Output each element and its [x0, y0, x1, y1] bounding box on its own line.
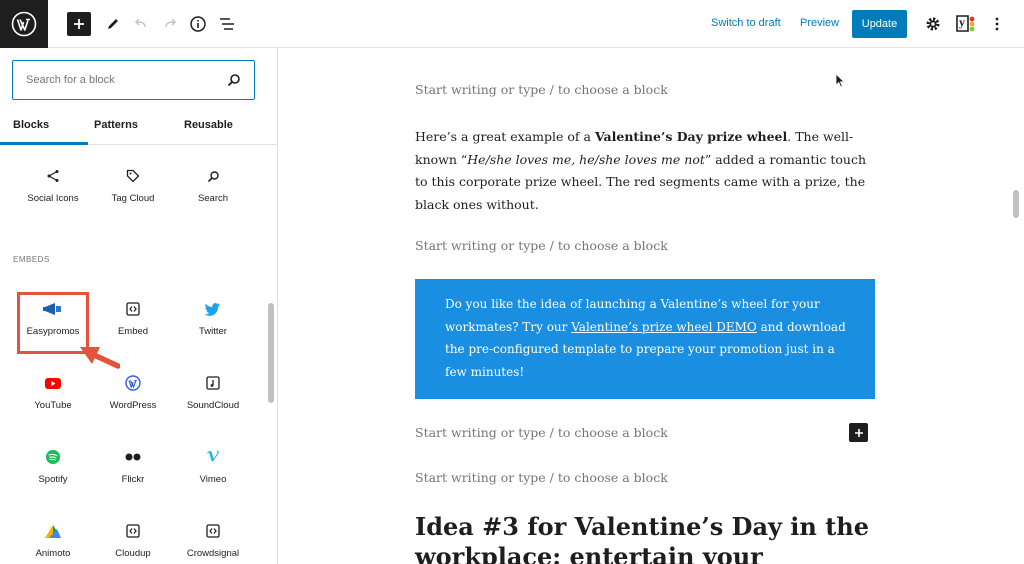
embed-icon: [126, 302, 140, 316]
block-wordpress[interactable]: WordPress: [93, 369, 173, 429]
more-vertical-icon: [995, 17, 999, 31]
empty-block-placeholder[interactable]: Start writing or type / to choose a bloc…: [415, 425, 668, 440]
block-label: Cloudup: [115, 548, 151, 559]
tab-blocks[interactable]: Blocks: [13, 119, 49, 131]
block-twitter[interactable]: Twitter: [173, 295, 253, 355]
switch-to-draft-link[interactable]: Switch to draft: [711, 17, 781, 29]
embeds-category-label: EMBEDS: [13, 255, 50, 264]
soundcloud-icon: [206, 376, 220, 390]
block-label: Crowdsignal: [186, 548, 240, 559]
undo-icon: [134, 18, 146, 28]
flickr-icon: [125, 453, 141, 461]
search-icon: [207, 170, 219, 182]
active-tab-indicator: [0, 142, 88, 145]
heading-block[interactable]: Idea #3 for Valentine’s Day in the workp…: [415, 512, 875, 564]
inserter-scrollbar[interactable]: [268, 303, 274, 403]
tag-icon: [126, 169, 140, 183]
block-label: Tag Cloud: [111, 193, 155, 204]
block-social-icons[interactable]: Social Icons: [13, 162, 93, 222]
empty-block-placeholder[interactable]: Start writing or type / to choose a bloc…: [415, 470, 668, 485]
redo-icon: [165, 18, 177, 28]
block-crowdsignal[interactable]: Crowdsignal: [173, 517, 253, 564]
block-cloudup[interactable]: Cloudup: [93, 517, 173, 564]
editor-scrollbar[interactable]: [1013, 190, 1019, 218]
block-label: Vimeo: [199, 474, 227, 485]
wordpress-logo-icon: [11, 11, 37, 37]
vimeo-icon: [206, 450, 219, 462]
tab-patterns[interactable]: Patterns: [94, 119, 138, 131]
block-spotify[interactable]: Spotify: [13, 443, 93, 503]
mouse-cursor-icon: [835, 73, 845, 88]
undo-button[interactable]: [129, 12, 153, 36]
paragraph-text: Here’s a great example of a: [415, 129, 595, 144]
block-inserter-toggle[interactable]: [67, 12, 91, 36]
block-search[interactable]: Search: [173, 162, 253, 222]
wordpress-logo-button[interactable]: [0, 0, 48, 48]
yoast-seo-button[interactable]: y: [955, 14, 977, 34]
paragraph-italic-text: He/she loves me, he/she loves me not: [467, 151, 705, 167]
block-label: Twitter: [199, 326, 227, 337]
block-label: Spotify: [38, 474, 68, 485]
block-tag-cloud[interactable]: Tag Cloud: [93, 162, 173, 222]
share-icon: [47, 170, 59, 182]
empty-block-placeholder[interactable]: Start writing or type / to choose a bloc…: [415, 238, 668, 253]
redo-button[interactable]: [158, 12, 182, 36]
inserter-tabs: Blocks Patterns Reusable: [0, 112, 277, 145]
block-vimeo[interactable]: Vimeo: [173, 443, 253, 503]
list-view-icon: [220, 18, 234, 30]
inline-block-inserter-button[interactable]: [849, 423, 868, 442]
yoast-letter: y: [959, 15, 965, 29]
update-button[interactable]: Update: [852, 10, 907, 38]
crowdsignal-icon: [206, 524, 220, 538]
demo-link[interactable]: Valentine’s prize wheel DEMO: [571, 320, 757, 334]
tools-button[interactable]: [101, 12, 125, 36]
cloudup-icon: [126, 524, 140, 538]
spotify-icon: [46, 450, 60, 464]
list-view-button[interactable]: [215, 12, 239, 36]
block-label: YouTube: [34, 400, 72, 411]
twitter-icon: [205, 303, 220, 316]
block-label: Social Icons: [27, 193, 79, 204]
plus-icon: [854, 428, 863, 437]
tab-reusable[interactable]: Reusable: [184, 119, 233, 131]
block-flickr[interactable]: Flickr: [93, 443, 173, 503]
block-label: Animoto: [35, 548, 71, 559]
editor-header: Switch to draft Preview Update y: [0, 0, 1024, 48]
plus-icon: [74, 19, 84, 29]
info-icon: [190, 16, 206, 32]
paragraph-block[interactable]: Here’s a great example of a Valentine’s …: [415, 126, 880, 216]
animoto-icon: [45, 525, 61, 538]
more-options-button[interactable]: [985, 12, 1009, 36]
paragraph-bold-text: Valentine’s Day prize wheel: [594, 129, 788, 144]
block-label: WordPress: [109, 400, 157, 411]
callout-block[interactable]: Do you like the idea of launching a Vale…: [415, 279, 875, 399]
details-button[interactable]: [186, 12, 210, 36]
block-search-field[interactable]: Search for a block: [12, 60, 255, 100]
block-youtube[interactable]: YouTube: [13, 369, 93, 429]
search-icon: [227, 74, 240, 87]
empty-block-placeholder[interactable]: Start writing or type / to choose a bloc…: [415, 82, 668, 97]
block-label: Flickr: [121, 474, 145, 485]
block-soundcloud[interactable]: SoundCloud: [173, 369, 253, 429]
youtube-icon: [45, 377, 61, 389]
wordpress-icon: [125, 375, 141, 391]
gear-icon: [926, 17, 940, 31]
block-label: Search: [197, 193, 229, 204]
block-label: SoundCloud: [186, 400, 240, 411]
settings-button[interactable]: [921, 12, 945, 36]
search-input-placeholder[interactable]: Search for a block: [26, 74, 115, 86]
annotation-arrow-icon: [80, 347, 120, 369]
block-animoto[interactable]: Animoto: [13, 517, 93, 564]
pencil-icon: [108, 19, 118, 29]
block-inserter-panel: Search for a block Blocks Patterns Reusa…: [0, 48, 278, 564]
editor-canvas: Start writing or type / to choose a bloc…: [279, 48, 1024, 564]
callout-text: Do you like the idea of launching a Vale…: [445, 293, 849, 383]
preview-link[interactable]: Preview: [800, 17, 839, 29]
